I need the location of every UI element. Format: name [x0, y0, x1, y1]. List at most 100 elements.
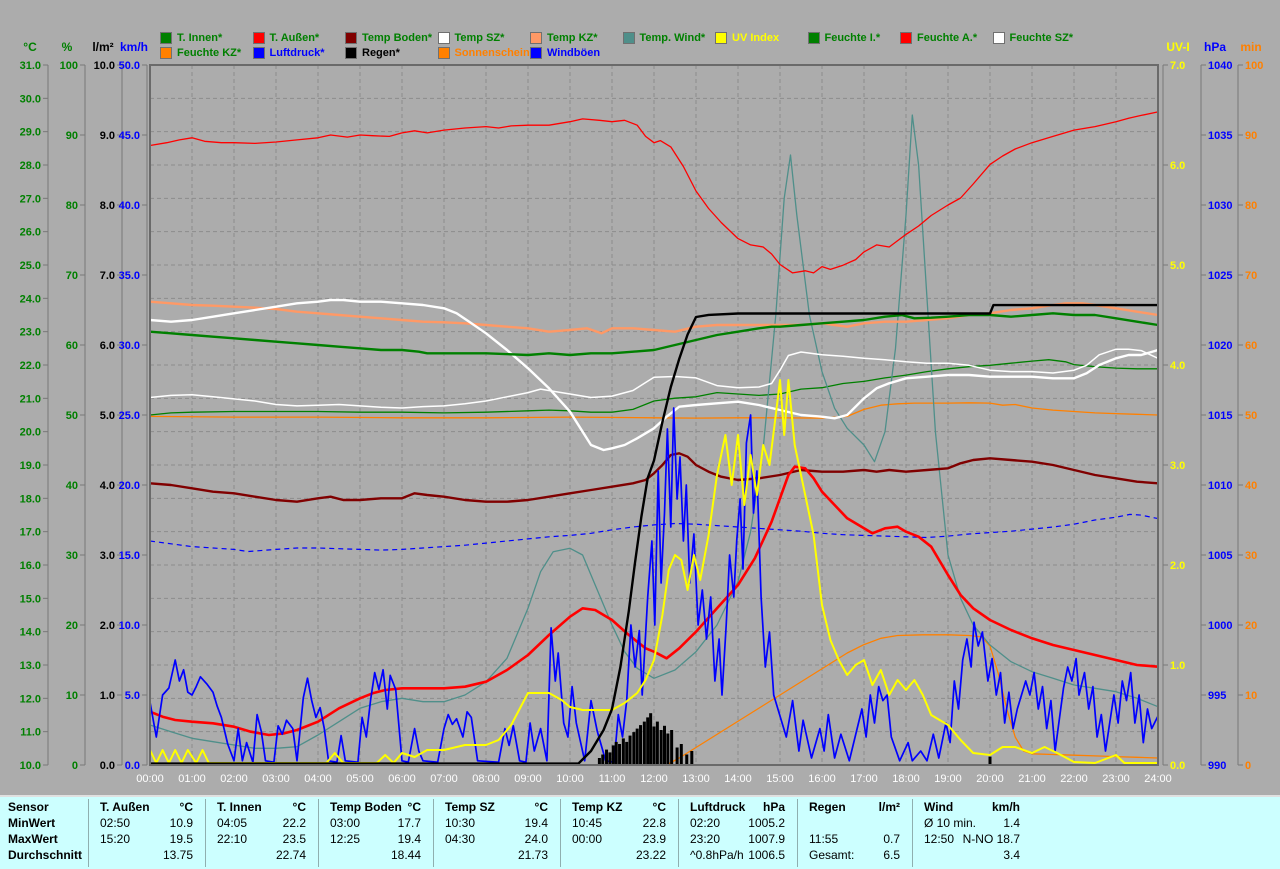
axis-label: 28.0 [20, 160, 41, 172]
rain-bar [622, 738, 625, 765]
legend-label: T. Außen* [270, 32, 320, 44]
rain-bar [625, 742, 628, 765]
legend-swatch-temp-sz [438, 32, 450, 44]
axis-label: 1015 [1208, 410, 1232, 422]
axis-label: 25.0 [119, 410, 140, 422]
table-cell: Temp Boden°C [330, 800, 421, 814]
rain-bar [656, 722, 659, 765]
axis-label: 1000 [1208, 620, 1232, 632]
legend-label: Luftdruck* [270, 47, 325, 59]
axis-label: 6.0 [1170, 160, 1185, 172]
axis-label: 5.0 [125, 690, 140, 702]
table-column-separator [912, 799, 913, 867]
legend-swatch-feuchte-i [808, 32, 820, 44]
rain-bar [663, 726, 666, 765]
axis-label: 25.0 [20, 260, 41, 272]
legend-item-feuchte-a[interactable]: Feuchte A.* [900, 31, 977, 44]
legend-swatch-feuchte-kz [160, 47, 172, 59]
legend-item-t-innen[interactable]: T. Innen* [160, 31, 222, 44]
legend-label: UV Index [732, 32, 779, 44]
axis-label: 90 [66, 130, 78, 142]
legend-item-luftdruck[interactable]: Luftdruck* [253, 46, 325, 59]
axis-label: 18:00 [892, 773, 920, 785]
legend-label: Temp SZ* [455, 32, 505, 44]
rain-bar [643, 722, 646, 765]
axis-label: 16:00 [808, 773, 836, 785]
legend-swatch-temp-boden [345, 32, 357, 44]
axis-label: 3.0 [100, 550, 115, 562]
axis-label: 1010 [1208, 480, 1232, 492]
axis-label: 24.0 [20, 293, 41, 305]
axis-label: 21:00 [1018, 773, 1046, 785]
table-cell: 22.74 [217, 848, 306, 862]
axis-label: hPa [1204, 40, 1226, 54]
legend-swatch-uv-index [715, 32, 727, 44]
legend-item-feuchte-kz[interactable]: Feuchte KZ* [160, 46, 241, 59]
legend-swatch-t-innen [160, 32, 172, 44]
legend-label: Temp KZ* [547, 32, 598, 44]
legend-swatch-feuchte-a [900, 32, 912, 44]
axis-label: 15:00 [766, 773, 794, 785]
axis-label: 01:00 [178, 773, 206, 785]
axis-label: 20.0 [20, 427, 41, 439]
axis-label: 1020 [1208, 340, 1232, 352]
legend-swatch-windboeen [530, 47, 542, 59]
axis-label: 0.0 [1170, 760, 1185, 772]
axis-label: 70 [1245, 270, 1257, 282]
axis-label: 1005 [1208, 550, 1232, 562]
legend-label: Feuchte I.* [825, 32, 881, 44]
table-cell: Ø 10 min.1.4 [924, 816, 1020, 830]
axis-label: 30.0 [119, 340, 140, 352]
axis-label: 2.0 [100, 620, 115, 632]
rain-bar [615, 742, 618, 765]
axis-label: 18.0 [20, 493, 41, 505]
axis-label: 30 [1245, 550, 1257, 562]
legend-item-temp-sz[interactable]: Temp SZ* [438, 31, 505, 44]
legend-label: T. Innen* [177, 32, 222, 44]
table-cell: ^0.8hPa/h1006.5 [690, 848, 785, 862]
axis-label: 13.0 [20, 660, 41, 672]
axis-label: 60 [66, 340, 78, 352]
legend-item-windboeen[interactable]: Windböen [530, 46, 600, 59]
axis-label: % [62, 40, 73, 54]
axis-label: 22.0 [20, 360, 41, 372]
rain-bar [601, 755, 604, 766]
axis-label: 29.0 [20, 127, 41, 139]
axis-label: 10.0 [94, 60, 115, 72]
legend-item-feuchte-sz[interactable]: Feuchte SZ* [993, 31, 1074, 44]
axis-label: 1.0 [1170, 660, 1185, 672]
legend-swatch-temp-kz [530, 32, 542, 44]
rain-bar [598, 758, 601, 765]
axis-label: 7.0 [100, 270, 115, 282]
legend-item-uv-index[interactable]: UV Index [715, 31, 779, 44]
legend-item-temp-kz[interactable]: Temp KZ* [530, 31, 598, 44]
axis-label: 0.0 [100, 760, 115, 772]
axis-label: 14.0 [20, 627, 41, 639]
legend-item-temp-boden[interactable]: Temp Boden* [345, 31, 432, 44]
axis-label: 20 [1245, 620, 1257, 632]
rain-bar [670, 730, 673, 765]
axis-label: 5.0 [1170, 260, 1185, 272]
legend-item-sonnenschein[interactable]: Sonnenschein [438, 46, 530, 59]
legend-item-regen[interactable]: Regen* [345, 46, 400, 59]
axis-label: 21.0 [20, 393, 41, 405]
legend-item-temp-wind[interactable]: Temp. Wind* [623, 31, 706, 44]
axis-label: 20 [66, 620, 78, 632]
axis-label: 11.0 [20, 727, 41, 739]
axis-label: 10:00 [556, 773, 584, 785]
axis-label: 40.0 [119, 200, 140, 212]
legend-item-t-aussen[interactable]: T. Außen* [253, 31, 320, 44]
legend-swatch-regen [345, 47, 357, 59]
table-cell: Windkm/h [924, 800, 1020, 814]
table-cell: T. Innen°C [217, 800, 306, 814]
axis-label: 14:00 [724, 773, 752, 785]
axis-label: 12:00 [640, 773, 668, 785]
axis-label: 13:00 [682, 773, 710, 785]
rain-bar [649, 713, 652, 765]
table-cell: 10:4522.8 [572, 816, 666, 830]
table-column-separator [797, 799, 798, 867]
legend-item-feuchte-i[interactable]: Feuchte I.* [808, 31, 881, 44]
rain-bar [639, 725, 642, 765]
axis-label: 10.0 [119, 620, 140, 632]
table-column-separator [205, 799, 206, 867]
